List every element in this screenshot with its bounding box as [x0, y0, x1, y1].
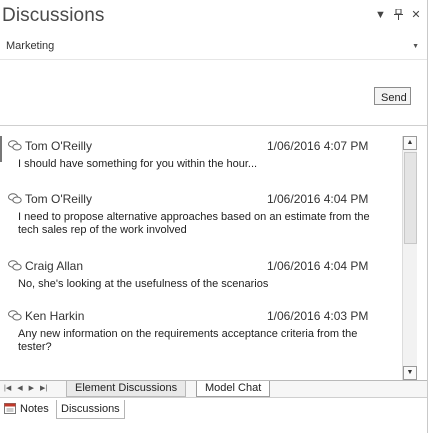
message-text: I should have something for you within t… [18, 158, 258, 170]
chat-bubble-icon [8, 260, 22, 271]
message-header: Tom O'Reilly 1/06/2016 4:04 PM [0, 189, 398, 207]
message-text: No, she's looking at the usefulness of t… [18, 278, 269, 290]
message-time: 1/06/2016 4:07 PM [267, 139, 369, 153]
list-item[interactable]: Craig Allan 1/06/2016 4:04 PM No, she's … [0, 256, 398, 290]
first-tab-icon[interactable]: |◀ [4, 383, 11, 394]
chevron-down-icon[interactable]: ▼ [375, 9, 386, 23]
tab-nav: |◀ ◀ ▶ ▶| [4, 383, 47, 394]
message-text: I need to propose alternative approaches… [18, 211, 370, 236]
panel-title: Discussions [2, 5, 105, 26]
message-header: Ken Harkin 1/06/2016 4:03 PM [0, 306, 398, 324]
message-author: Craig Allan [25, 259, 84, 273]
close-icon[interactable]: ✕ [411, 9, 421, 23]
title-bar: Discussions ▼ ✕ [0, 0, 427, 34]
send-button[interactable]: Send [374, 87, 411, 105]
dock-tab-strip: Notes Discussions [0, 397, 427, 420]
prev-tab-icon[interactable]: ◀ [17, 383, 22, 394]
chevron-down-icon: ▼ [412, 43, 419, 50]
chat-bubble-icon [8, 310, 22, 321]
message-input[interactable] [0, 60, 374, 126]
scroll-down-icon[interactable]: ▼ [403, 366, 417, 380]
scroll-up-icon[interactable]: ▲ [403, 136, 417, 150]
notes-icon [4, 403, 16, 414]
channel-select[interactable]: Marketing ▼ [0, 37, 424, 57]
tab-element-discussions[interactable]: Element Discussions [66, 381, 187, 397]
message-header: Tom O'Reilly 1/06/2016 4:07 PM [0, 136, 398, 154]
message-author: Ken Harkin [25, 309, 85, 323]
message-time: 1/06/2016 4:03 PM [267, 309, 369, 323]
discussions-panel: Discussions ▼ ✕ Marketing ▼ Send Tom O'R… [0, 0, 428, 433]
pin-icon[interactable] [393, 8, 403, 23]
list-item[interactable]: Tom O'Reilly 1/06/2016 4:07 PM I should … [0, 136, 398, 170]
message-time: 1/06/2016 4:04 PM [267, 259, 369, 273]
chat-bubble-icon [8, 193, 22, 204]
tab-model-chat[interactable]: Model Chat [196, 381, 271, 397]
scrollbar-thumb[interactable] [404, 152, 417, 244]
tab-notes[interactable]: Notes [0, 400, 53, 418]
message-header: Craig Allan 1/06/2016 4:04 PM [0, 256, 398, 274]
chat-bubble-icon [8, 140, 22, 151]
vertical-scrollbar[interactable]: ▲ ▼ [402, 136, 417, 380]
next-tab-icon[interactable]: ▶ [29, 383, 34, 394]
tab-strip: |◀ ◀ ▶ ▶| Element Discussions Model Chat [0, 380, 427, 397]
message-author: Tom O'Reilly [25, 192, 92, 206]
message-time: 1/06/2016 4:04 PM [267, 192, 369, 206]
tab-notes-label: Notes [20, 403, 49, 415]
message-author: Tom O'Reilly [25, 139, 92, 153]
message-text: Any new information on the requirements … [18, 328, 358, 353]
channel-selected-value: Marketing [6, 40, 55, 52]
tab-discussions[interactable]: Discussions [56, 400, 125, 419]
last-tab-icon[interactable]: ▶| [40, 383, 47, 394]
list-item[interactable]: Ken Harkin 1/06/2016 4:03 PM Any new inf… [0, 306, 398, 353]
window-controls: ▼ ✕ [375, 8, 421, 23]
list-item[interactable]: Tom O'Reilly 1/06/2016 4:04 PM I need to… [0, 189, 398, 236]
message-list[interactable]: Tom O'Reilly 1/06/2016 4:07 PM I should … [0, 126, 400, 379]
